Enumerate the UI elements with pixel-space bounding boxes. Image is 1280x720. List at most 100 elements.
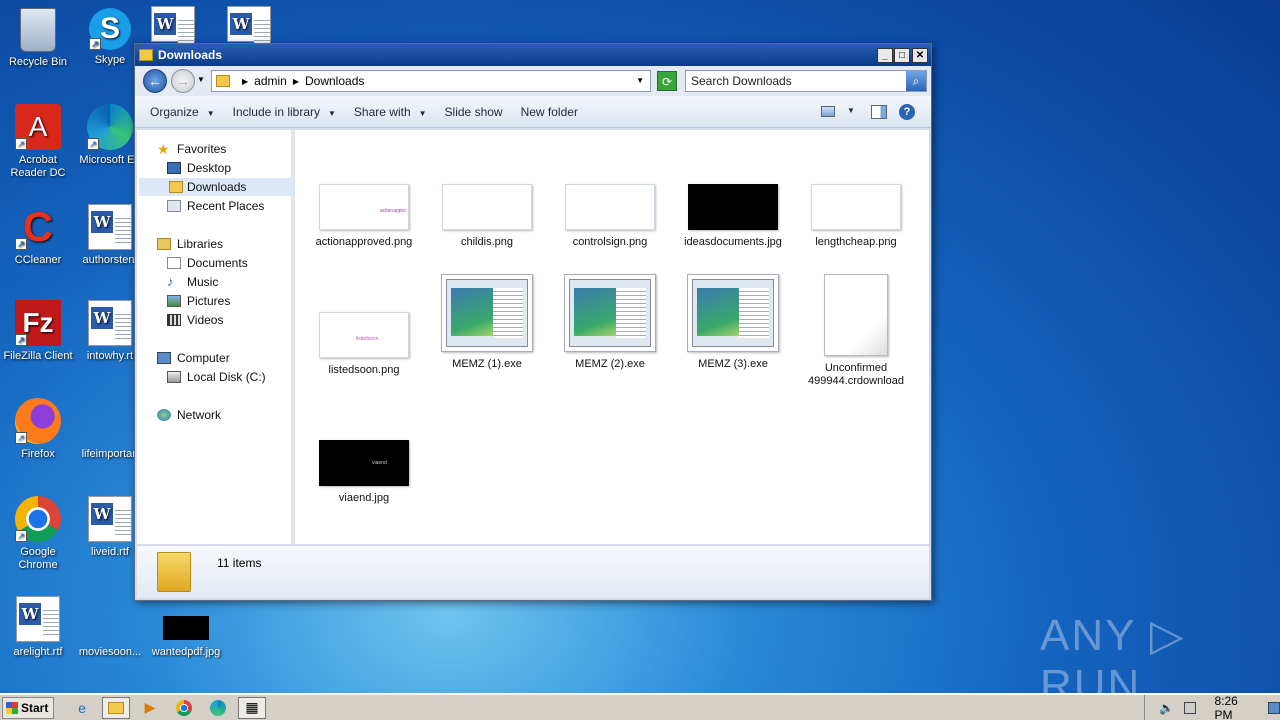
desktop-icon-filezilla[interactable]: Fz ↗ FileZilla Client — [0, 300, 76, 363]
disk-icon — [167, 371, 181, 383]
desktop-icon-chrome[interactable]: ↗ Google Chrome — [0, 496, 76, 572]
videos-icon — [167, 314, 181, 326]
details-pane: 11 items — [137, 546, 929, 598]
address-row: ← → ▼ ▶ admin ▶ Downloads ▼ ⟳ Search Dow… — [135, 66, 931, 96]
nav-libraries[interactable]: Libraries — [157, 235, 223, 253]
nav-desktop[interactable]: Desktop — [167, 159, 231, 177]
image-thumbnail — [565, 184, 655, 230]
nav-pictures[interactable]: Pictures — [167, 292, 230, 310]
file-item[interactable]: lengthcheap.png — [801, 184, 911, 249]
explorer-window[interactable]: Downloads _ □ ✕ ← → ▼ ▶ admin ▶ Download… — [134, 43, 932, 601]
slide-show-button[interactable]: Slide show — [436, 105, 512, 119]
view-dropdown-icon[interactable]: ▼ — [847, 106, 855, 115]
change-view-icon[interactable] — [821, 106, 835, 117]
desktop-icon-moviesoon[interactable]: moviesoon... — [72, 596, 148, 659]
nav-recent-places[interactable]: Recent Places — [167, 197, 264, 215]
nav-videos[interactable]: Videos — [167, 311, 223, 329]
forward-button[interactable]: → — [171, 69, 195, 93]
recent-pages-chevron-icon[interactable]: ▼ — [197, 75, 205, 84]
nav-favorites[interactable]: ★ Favorites — [157, 140, 226, 158]
file-item[interactable]: MEMZ (1).exe — [432, 274, 542, 371]
explorer-taskbar-icon[interactable] — [102, 696, 130, 719]
system-tray: 🔈 8:26 PM — [1144, 694, 1280, 720]
word-document-icon — [88, 204, 132, 250]
clock[interactable]: 8:26 PM — [1214, 694, 1253, 720]
organize-button[interactable]: Organize ▼ — [141, 105, 224, 119]
desktop-icon-acrobat[interactable]: A ↗ Acrobat Reader DC — [0, 104, 76, 180]
desktop-icon-doc-2[interactable] — [224, 6, 274, 46]
nav-computer[interactable]: Computer — [157, 349, 230, 367]
nav-documents[interactable]: Documents — [167, 254, 248, 272]
nav-network[interactable]: Network — [157, 406, 221, 424]
back-button[interactable]: ← — [143, 69, 167, 93]
breadcrumb-chevron-icon[interactable]: ▶ — [242, 77, 248, 86]
file-item[interactable]: Unconfirmed 499944.crdownload — [801, 274, 911, 388]
volume-icon[interactable]: 🔈 — [1159, 701, 1174, 715]
main-area: ★ Favorites Desktop Downloads Recent Plac… — [137, 130, 929, 544]
include-in-library-button[interactable]: Include in library ▼ — [224, 105, 345, 119]
desktop-icon-firefox[interactable]: ↗ Firefox — [0, 398, 76, 461]
file-item[interactable]: listedsoon listedsoon.png — [309, 312, 419, 377]
help-icon[interactable]: ? — [899, 104, 915, 120]
downloads-folder-icon — [169, 181, 183, 193]
dropdown-arrow-icon: ▼ — [418, 108, 427, 118]
show-desktop-icon[interactable] — [1267, 701, 1280, 714]
file-item[interactable]: MEMZ (2).exe — [555, 274, 665, 371]
title-bar[interactable]: Downloads _ □ ✕ — [135, 44, 931, 66]
app-taskbar-icon[interactable]: ▦ — [238, 696, 266, 719]
search-icon[interactable]: ⌕ — [906, 71, 926, 91]
new-folder-button[interactable]: New folder — [512, 105, 587, 119]
nav-local-disk[interactable]: Local Disk (C:) — [167, 368, 266, 386]
desktop-icon-wantedpdf[interactable]: wantedpdf.jpg — [148, 616, 224, 659]
file-item[interactable]: actionappro actionapproved.png — [309, 184, 419, 249]
refresh-icon[interactable]: ⟳ — [657, 71, 677, 91]
address-dropdown-icon[interactable]: ▼ — [636, 76, 644, 85]
desktop-icon-arelight[interactable]: arelight.rtf — [0, 596, 76, 659]
image-thumbnail — [688, 184, 778, 230]
network-tray-icon[interactable] — [1183, 701, 1197, 714]
shortcut-arrow-icon: ↗ — [15, 334, 27, 346]
address-bar[interactable]: ▶ admin ▶ Downloads ▼ — [211, 70, 651, 92]
nav-downloads[interactable]: Downloads — [139, 178, 293, 196]
recycle-bin-icon — [20, 8, 56, 52]
nav-music[interactable]: ♪ Music — [167, 273, 218, 291]
edge-taskbar-icon[interactable] — [204, 697, 232, 719]
image-thumbnail — [811, 184, 901, 230]
downloads-folder-icon — [157, 552, 191, 592]
search-input[interactable]: Search Downloads ⌕ — [685, 70, 927, 92]
breadcrumb-admin[interactable]: admin — [254, 74, 287, 88]
libraries-icon — [157, 238, 171, 250]
file-item[interactable]: MEMZ (3).exe — [678, 274, 788, 371]
file-item[interactable]: ideasdocuments.jpg — [678, 184, 788, 249]
shortcut-arrow-icon: ↗ — [15, 530, 27, 542]
start-button[interactable]: Start — [2, 696, 54, 719]
breadcrumb-chevron-icon[interactable]: ▶ — [293, 77, 299, 86]
file-item[interactable]: controlsign.png — [555, 184, 665, 249]
close-button[interactable]: ✕ — [912, 48, 928, 63]
file-item[interactable]: viaend viaend.jpg — [309, 440, 419, 505]
item-count: 11 items — [217, 556, 262, 570]
window-title: Downloads — [158, 48, 223, 62]
file-item[interactable]: childis.png — [432, 184, 542, 249]
image-thumbnail: viaend — [319, 440, 409, 486]
word-document-icon — [88, 300, 132, 346]
minimize-button[interactable]: _ — [877, 48, 893, 63]
preview-pane-icon[interactable] — [871, 105, 887, 119]
internet-explorer-icon[interactable]: e — [68, 697, 96, 719]
folder-icon — [216, 75, 230, 87]
exe-thumbnail — [687, 274, 779, 352]
breadcrumb-downloads[interactable]: Downloads — [305, 74, 364, 88]
media-player-icon[interactable]: ▶ — [136, 697, 164, 719]
desktop-icon-ccleaner[interactable]: C ↗ CCleaner — [0, 204, 76, 267]
desktop-icon-doc-1[interactable] — [148, 6, 198, 46]
star-icon: ★ — [157, 141, 170, 157]
documents-icon — [167, 257, 181, 269]
acrobat-icon: A ↗ — [15, 104, 61, 150]
maximize-button[interactable]: □ — [894, 48, 910, 63]
word-document-icon — [227, 6, 271, 45]
desktop-icon-recycle-bin[interactable]: Recycle Bin — [0, 8, 76, 69]
blank-file-icon — [86, 398, 134, 444]
share-with-button[interactable]: Share with ▼ — [345, 105, 436, 119]
pictures-icon — [167, 295, 181, 307]
chrome-taskbar-icon[interactable] — [170, 697, 198, 719]
